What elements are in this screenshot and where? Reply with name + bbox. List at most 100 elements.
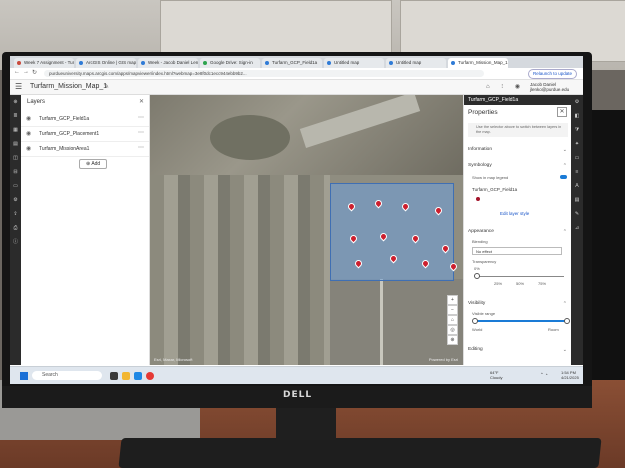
charts-icon[interactable]: ◫ [10, 151, 21, 165]
chevron-up-icon[interactable]: ⌃ [563, 301, 567, 307]
symbology-section[interactable]: Symbology [468, 163, 492, 168]
properties-layer-header[interactable]: Turfarm_GCP_Field1a [464, 95, 572, 105]
second-monitor [590, 110, 625, 380]
info-icon[interactable]: ⓘ [10, 235, 21, 249]
visible-range-slider[interactable] [474, 320, 566, 322]
properties-icon[interactable]: ⚙ [571, 95, 583, 109]
legend-toggle[interactable] [560, 175, 567, 179]
sketch-icon[interactable]: ✎ [571, 207, 583, 221]
add-layer-button[interactable]: ⊕ Add [79, 159, 108, 169]
relaunch-button[interactable]: Relaunch to update [527, 69, 577, 79]
transparency-knob[interactable] [474, 273, 480, 279]
filter-icon[interactable]: ⧩ [571, 123, 583, 137]
taskbar-search[interactable]: Search [32, 371, 102, 380]
weather-desc: Cloudy [490, 375, 503, 380]
weather-widget[interactable]: 64°F Cloudy [490, 370, 502, 380]
layer-item[interactable]: ◉ Turfarm_GCP_Field1a ⋯ [21, 112, 149, 127]
visibility-icon[interactable]: ◉ [26, 130, 31, 137]
windows-start-icon[interactable] [20, 372, 28, 380]
home-button[interactable]: ⌂ [447, 315, 458, 325]
screen: Week 7 Assignment - Turfgras ArcGIS Onlin… [10, 56, 583, 384]
menu-icon[interactable]: ☰ [15, 82, 22, 91]
browser-tab[interactable]: Google Drive: Sign-in [200, 58, 260, 68]
map-view[interactable]: + − ⌂ ◎ ⊕ Esri, Maxar, Microsoft Powered… [150, 95, 463, 365]
transparency-label: Transparency [472, 259, 497, 264]
effects-icon[interactable]: ✦ [571, 137, 583, 151]
popups-icon[interactable]: ▭ [571, 151, 583, 165]
edit-title-icon[interactable]: ✎ [104, 83, 109, 90]
tables-icon[interactable]: ▦ [10, 123, 21, 137]
forward-icon[interactable]: → [23, 69, 29, 75]
browser-tab[interactable]: Week - Jacob Daniel Lenko [138, 58, 198, 68]
chevron-down-icon[interactable]: ⌄ [563, 347, 567, 353]
user-info[interactable]: Jacob Daniel jlenko@purdue.edu [530, 82, 569, 92]
task-view-icon[interactable] [110, 372, 118, 380]
add-layer-icon[interactable]: ⊕ [10, 95, 21, 109]
more-options-icon[interactable]: ⋯ [138, 114, 144, 121]
legend-toggle-label: Show in map legend [472, 175, 509, 180]
browser-tab[interactable]: Untitled map [386, 58, 446, 68]
chrome-icon[interactable] [146, 372, 154, 380]
layer-label: Turfarm_GCP_Placement1 [39, 131, 100, 137]
zoom-in-button[interactable]: + [447, 295, 458, 305]
close-icon[interactable]: ✕ [139, 98, 144, 105]
url-input[interactable]: purdueuniversity.maps.arcgis.com/apps/ma… [44, 70, 484, 77]
visibility-icon[interactable]: ◉ [26, 145, 31, 152]
symbol-swatch [476, 197, 480, 201]
compass-button[interactable]: ⊕ [447, 335, 458, 345]
bookmarks-icon[interactable]: ▭ [10, 179, 21, 193]
clock[interactable]: 1:54 PM 4/21/2025 [561, 370, 579, 380]
monitor-logo: DELL [283, 390, 313, 400]
browser-tab[interactable]: ArcGIS Online | GIS mapping [76, 58, 136, 68]
properties-icon[interactable]: ⚙ [10, 193, 21, 207]
mission-area-polygon[interactable] [330, 183, 454, 281]
settings-toolbar: ⚙ ◧ ⧩ ✦ ▭ ≡ Ａ ▤ ✎ ⊿ [571, 95, 583, 365]
share-icon[interactable]: ⇪ [10, 207, 21, 221]
range-max-label: Room [548, 327, 559, 332]
chevron-up-icon[interactable]: ⌃ [563, 229, 567, 235]
close-icon[interactable]: ✕ [557, 107, 567, 117]
styles-icon[interactable]: ◧ [571, 109, 583, 123]
address-bar-row: ← → ↻ purdueuniversity.maps.arcgis.com/a… [10, 68, 583, 80]
blending-select[interactable]: No effect [472, 247, 562, 255]
more-options-icon[interactable]: ⋯ [138, 144, 144, 151]
header-icons[interactable]: ⌂ ⁝ ◉ [486, 83, 525, 90]
back-icon[interactable]: ← [14, 69, 20, 75]
appearance-section[interactable]: Appearance [468, 229, 494, 234]
transparency-slider[interactable] [476, 276, 564, 277]
browser-tab[interactable]: Turfarm_Mission_Map_1 [448, 58, 508, 68]
edge-icon[interactable] [134, 372, 142, 380]
browser-tab[interactable]: Untitled map [324, 58, 384, 68]
file-explorer-icon[interactable] [122, 372, 130, 380]
reload-icon[interactable]: ↻ [32, 69, 37, 76]
chevron-down-icon[interactable]: ⌄ [563, 147, 567, 153]
range-min-knob[interactable] [472, 318, 478, 324]
visibility-icon[interactable]: ◉ [26, 115, 31, 122]
tab-favicon-icon [451, 61, 455, 65]
more-options-icon[interactable]: ⋯ [138, 129, 144, 136]
layer-item[interactable]: ◉ Turfarm_GCP_Placement1 ⋯ [21, 127, 149, 142]
editing-section[interactable]: Editing [468, 347, 483, 352]
forms-icon[interactable]: ▤ [571, 193, 583, 207]
fields-icon[interactable]: ≡ [571, 165, 583, 179]
print-icon[interactable]: ⎙ [10, 221, 21, 235]
basemap-icon[interactable]: ▤ [10, 137, 21, 151]
browser-tab[interactable]: Week 7 Assignment - Turfgras [14, 58, 74, 68]
labels-icon[interactable]: Ａ [571, 179, 583, 193]
range-max-knob[interactable] [564, 318, 570, 324]
measure-icon[interactable]: ⊿ [571, 221, 583, 235]
layer-item[interactable]: ◉ Turfarm_MissionArea1 ⋯ [21, 142, 149, 157]
legend-icon[interactable]: ⊟ [10, 165, 21, 179]
system-tray-icons[interactable]: ⌃ ◔ [540, 372, 548, 378]
zoom-out-button[interactable]: − [447, 305, 458, 315]
locate-button[interactable]: ◎ [447, 325, 458, 335]
edit-style-link[interactable]: Edit layer style [500, 211, 529, 216]
properties-hint: Use the selector above to switch between… [468, 123, 568, 137]
contents-toolbar: ⊕ ≣ ▦ ▤ ◫ ⊟ ▭ ⚙ ⇪ ⎙ ⓘ [10, 95, 21, 365]
layers-icon[interactable]: ≣ [10, 109, 21, 123]
chevron-up-icon[interactable]: ⌃ [563, 163, 567, 169]
tab-favicon-icon [79, 61, 83, 65]
browser-tab[interactable]: Turfarm_GCP_Field1a [262, 58, 322, 68]
visibility-section[interactable]: Visibility [468, 301, 485, 306]
information-section[interactable]: Information [468, 147, 492, 152]
